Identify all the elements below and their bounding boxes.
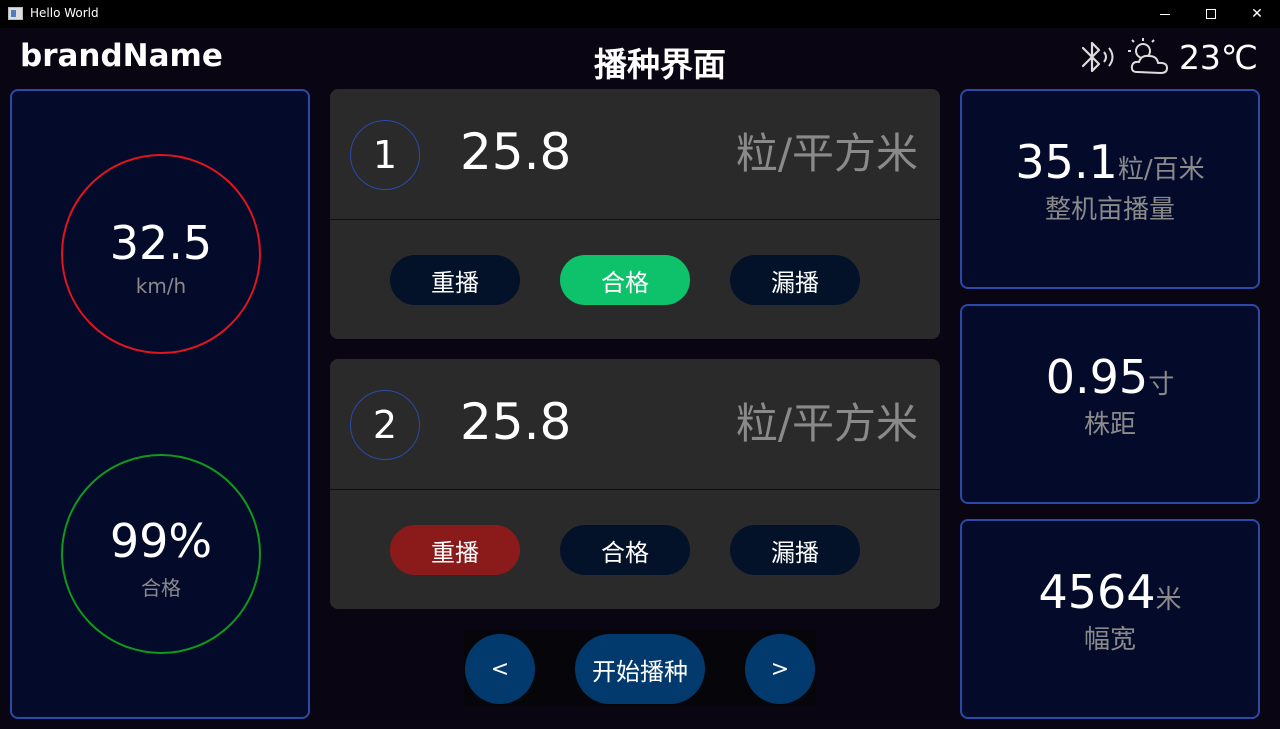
speed-unit: km/h: [135, 274, 187, 298]
seed-density-value: 25.8: [460, 123, 572, 181]
divider: [330, 489, 940, 490]
speed-value: 32.5: [109, 216, 213, 270]
stat-unit: 粒/百米: [1117, 155, 1205, 186]
stat-value: 35.1: [1015, 135, 1118, 190]
pass-rate-label: 合格: [141, 575, 181, 600]
window-titlebar: Hello World ✕: [0, 0, 1280, 28]
qualified-button[interactable]: 合格: [560, 525, 690, 575]
minimize-button[interactable]: [1142, 0, 1188, 28]
previous-button[interactable]: <: [465, 634, 535, 704]
start-seeding-button[interactable]: 开始播种: [575, 634, 705, 704]
maximize-icon: [1206, 9, 1216, 19]
maximize-button[interactable]: [1188, 0, 1234, 28]
divider: [330, 219, 940, 220]
gauge-panel: 32.5 km/h 99% 合格: [10, 89, 310, 719]
pass-rate-value: 99%: [109, 513, 213, 568]
missed-seed-button[interactable]: 漏播: [730, 525, 860, 575]
brand-name: brandName: [20, 38, 223, 74]
missed-seed-button[interactable]: 漏播: [730, 255, 860, 305]
reseed-button[interactable]: 重播: [390, 255, 520, 305]
stat-unit: 米: [1155, 585, 1182, 616]
app-icon: [8, 7, 23, 20]
close-icon: ✕: [1251, 6, 1263, 22]
stat-label: 幅宽: [1083, 624, 1136, 655]
pass-rate-gauge: 99% 合格: [61, 454, 261, 654]
minimize-icon: [1160, 13, 1170, 15]
page-title: 播种界面: [594, 45, 726, 84]
speed-gauge: 32.5 km/h: [61, 154, 261, 354]
row-index-badge: 1: [350, 120, 420, 190]
seeding-row-card: 1 25.8 粒/平方米 重播 合格 漏播: [330, 89, 940, 339]
stat-card-seeding-rate: 35.1 粒/百米 整机亩播量: [960, 89, 1260, 289]
status-area: 23℃: [1079, 36, 1258, 78]
partly-cloudy-icon: [1127, 38, 1168, 74]
stat-unit: 寸: [1148, 370, 1175, 401]
bluetooth-icon: [1081, 41, 1114, 73]
stat-label: 株距: [1083, 409, 1136, 440]
seed-density-unit: 粒/平方米: [735, 129, 918, 178]
reseed-button[interactable]: 重播: [390, 525, 520, 575]
qualified-button[interactable]: 合格: [560, 255, 690, 305]
stat-label: 整机亩播量: [1044, 194, 1175, 225]
next-button[interactable]: >: [745, 634, 815, 704]
stat-value: 4564: [1038, 565, 1156, 620]
temperature-readout: 23℃: [1178, 37, 1258, 77]
stat-card-width: 4564 米 幅宽: [960, 519, 1260, 719]
row-index-badge: 2: [350, 390, 420, 460]
seed-density-unit: 粒/平方米: [735, 399, 918, 448]
seeding-row-card: 2 25.8 粒/平方米 重播 合格 漏播: [330, 359, 940, 609]
stat-value: 0.95: [1045, 350, 1149, 405]
close-button[interactable]: ✕: [1234, 0, 1280, 28]
seed-density-value: 25.8: [460, 393, 572, 451]
window-title: Hello World: [30, 6, 99, 20]
stat-card-plant-spacing: 0.95 寸 株距: [960, 304, 1260, 504]
